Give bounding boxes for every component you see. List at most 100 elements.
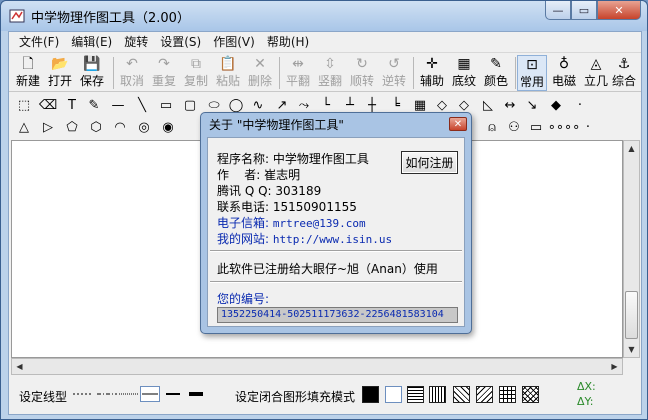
spring-icon[interactable]: ⚇ [505,118,523,136]
filled-circle-icon[interactable]: ◉ [159,118,177,136]
license-text: 此软件已注册给大眼仔~旭（Anan）使用 [217,262,438,276]
flip-vertical-label: 竖翻 [317,74,342,88]
pencil-icon[interactable]: ✎ [85,96,103,114]
email-row: 电子信箱: mrtree@139.com [217,214,366,231]
program-row: 程序名称: 中学物理作图工具 [217,150,369,167]
maximize-button[interactable]: ▭ [571,1,597,20]
arrow-down-right-icon[interactable]: ↘ [523,96,541,114]
delete-button[interactable]: ✕ 删除 [245,55,275,91]
scroll-left-icon[interactable]: ◀ [12,359,27,374]
pattern-label: 底纹 [451,74,476,88]
undo-button[interactable]: ↶ 取消 [117,55,147,91]
menu-edit[interactable]: 编辑(E) [65,33,118,50]
common-tab-button[interactable]: ⊡ 常用 [517,55,547,91]
title-bar[interactable]: 中学物理作图工具（2.00） — ▭ ✕ [1,1,647,31]
hexagon-icon[interactable]: ⬡ [87,118,105,136]
redo-icon: ↷ [158,56,170,72]
menu-rotate[interactable]: 旋转 [118,33,154,50]
paste-label: 粘贴 [215,74,240,88]
paste-icon: 📋 [219,56,237,72]
electromagnetic-tab-button[interactable]: ♁ 电磁 [549,55,579,91]
scroll-up-icon[interactable]: ▲ [624,141,639,156]
auxiliary-label: 辅助 [419,74,444,88]
menu-bar: 文件(F) 编辑(E) 旋转 设置(S) 作图(V) 帮助(H) [9,32,641,51]
close-button[interactable]: ✕ [597,1,641,20]
divider [210,281,462,283]
rotate-cw-button[interactable]: ↻ 顺转 [347,55,377,91]
line-style-dotted[interactable] [73,386,93,402]
redo-label: 重复 [151,74,176,88]
auxiliary-button[interactable]: ✛ 辅助 [417,55,447,91]
toolbar-separator [515,57,516,89]
arc-icon[interactable]: ◠ [111,118,129,136]
author-value: 崔志明 [264,168,301,182]
dot-icon[interactable]: · [579,118,597,136]
menu-file[interactable]: 文件(F) [13,33,65,50]
menu-help[interactable]: 帮助(H) [261,33,315,50]
scroll-down-icon[interactable]: ▼ [624,342,639,357]
line-style-fine-dash[interactable] [119,386,139,402]
copy-button[interactable]: ⧉ 复制 [181,55,211,91]
open-button[interactable]: 📂 打开 [45,55,75,91]
qq-value: 303189 [275,184,322,198]
delta-x-readout: ΔX: [577,380,596,393]
select-rect-icon[interactable]: ⬚ [15,96,33,114]
right-triangle-icon[interactable]: ◺ [479,96,497,114]
color-button[interactable]: ✎ 颜色 [481,55,511,91]
flip-horizontal-button[interactable]: ⇹ 平翻 [283,55,313,91]
website-link[interactable]: http://www.isin.us [273,233,392,246]
concentric-circle-icon[interactable]: ◎ [135,118,153,136]
dot-icon[interactable]: · [571,96,589,114]
fill-color-icon[interactable]: ◆ [547,96,565,114]
eraser-icon[interactable]: ⌫ [39,96,57,114]
line-style-dashdot[interactable] [97,386,117,402]
paste-button[interactable]: 📋 粘贴 [213,55,243,91]
text-tool-icon[interactable]: T [63,96,81,114]
redo-button[interactable]: ↷ 重复 [149,55,179,91]
rounded-rect-icon[interactable]: ▢ [181,96,199,114]
rectangle-icon[interactable]: ▭ [157,96,175,114]
resistor-icon[interactable]: ▭ [527,118,545,136]
horizontal-scrollbar[interactable]: ◀ ▶ [11,358,623,375]
line-style-solid-medium[interactable] [164,386,184,402]
dialog-close-button[interactable]: ✕ [449,117,467,131]
dialog-body: 程序名称: 中学物理作图工具 作 者: 崔志明 腾讯 Q Q: 303189 联… [207,137,465,327]
pentagon-icon[interactable]: ⬠ [63,118,81,136]
open-icon: 📂 [51,56,69,72]
fill-cross[interactable] [499,386,516,403]
flip-vertical-button[interactable]: ⇳ 竖翻 [315,55,345,91]
minimize-button[interactable]: — [545,1,571,20]
new-button[interactable]: 🗋 新建 [13,55,43,91]
serial-number-field[interactable]: 1352250414-502511173632-2256481583104 [217,307,458,323]
fill-solid[interactable] [362,386,379,403]
menu-draw[interactable]: 作图(V) [207,33,261,50]
chain-icon[interactable]: ∘∘∘∘ [548,118,581,136]
lamp-icon[interactable]: ⍝ [483,118,501,136]
fill-diagonal-cross[interactable] [522,386,539,403]
email-link[interactable]: mrtree@139.com [273,217,366,230]
qq-row: 腾讯 Q Q: 303189 [217,182,321,199]
fill-vertical[interactable] [429,386,446,403]
line-style-solid-thin[interactable] [140,386,160,402]
anchor-icon: ⚓ [617,56,631,72]
save-button[interactable]: 💾 保存 [77,55,107,91]
line-style-solid-thick[interactable] [187,386,207,402]
fill-diagonal-down[interactable] [453,386,470,403]
scroll-right-icon[interactable]: ▶ [607,359,622,374]
vertical-scroll-thumb[interactable] [625,291,638,339]
fill-diagonal-up[interactable] [476,386,493,403]
vertical-scrollbar[interactable]: ▲ ▼ [623,140,640,358]
right-play-icon[interactable]: ▷ [39,118,57,136]
solid-geometry-tab-button[interactable]: ◬ 立几 [581,55,611,91]
horizontal-line-icon[interactable]: — [109,96,127,114]
menu-settings[interactable]: 设置(S) [154,33,207,50]
comprehensive-tab-button[interactable]: ⚓ 综合 [609,55,639,91]
fill-horizontal[interactable] [407,386,424,403]
how-to-register-button[interactable]: 如何注册 [401,151,458,174]
pattern-button[interactable]: ▦ 底纹 [449,55,479,91]
rotate-ccw-button[interactable]: ↺ 逆转 [379,55,409,91]
fill-none[interactable] [385,386,402,403]
diagonal-line-icon[interactable]: ╲ [133,96,151,114]
triangle-icon[interactable]: △ [15,118,33,136]
double-arrow-icon[interactable]: ↔ [501,96,519,114]
